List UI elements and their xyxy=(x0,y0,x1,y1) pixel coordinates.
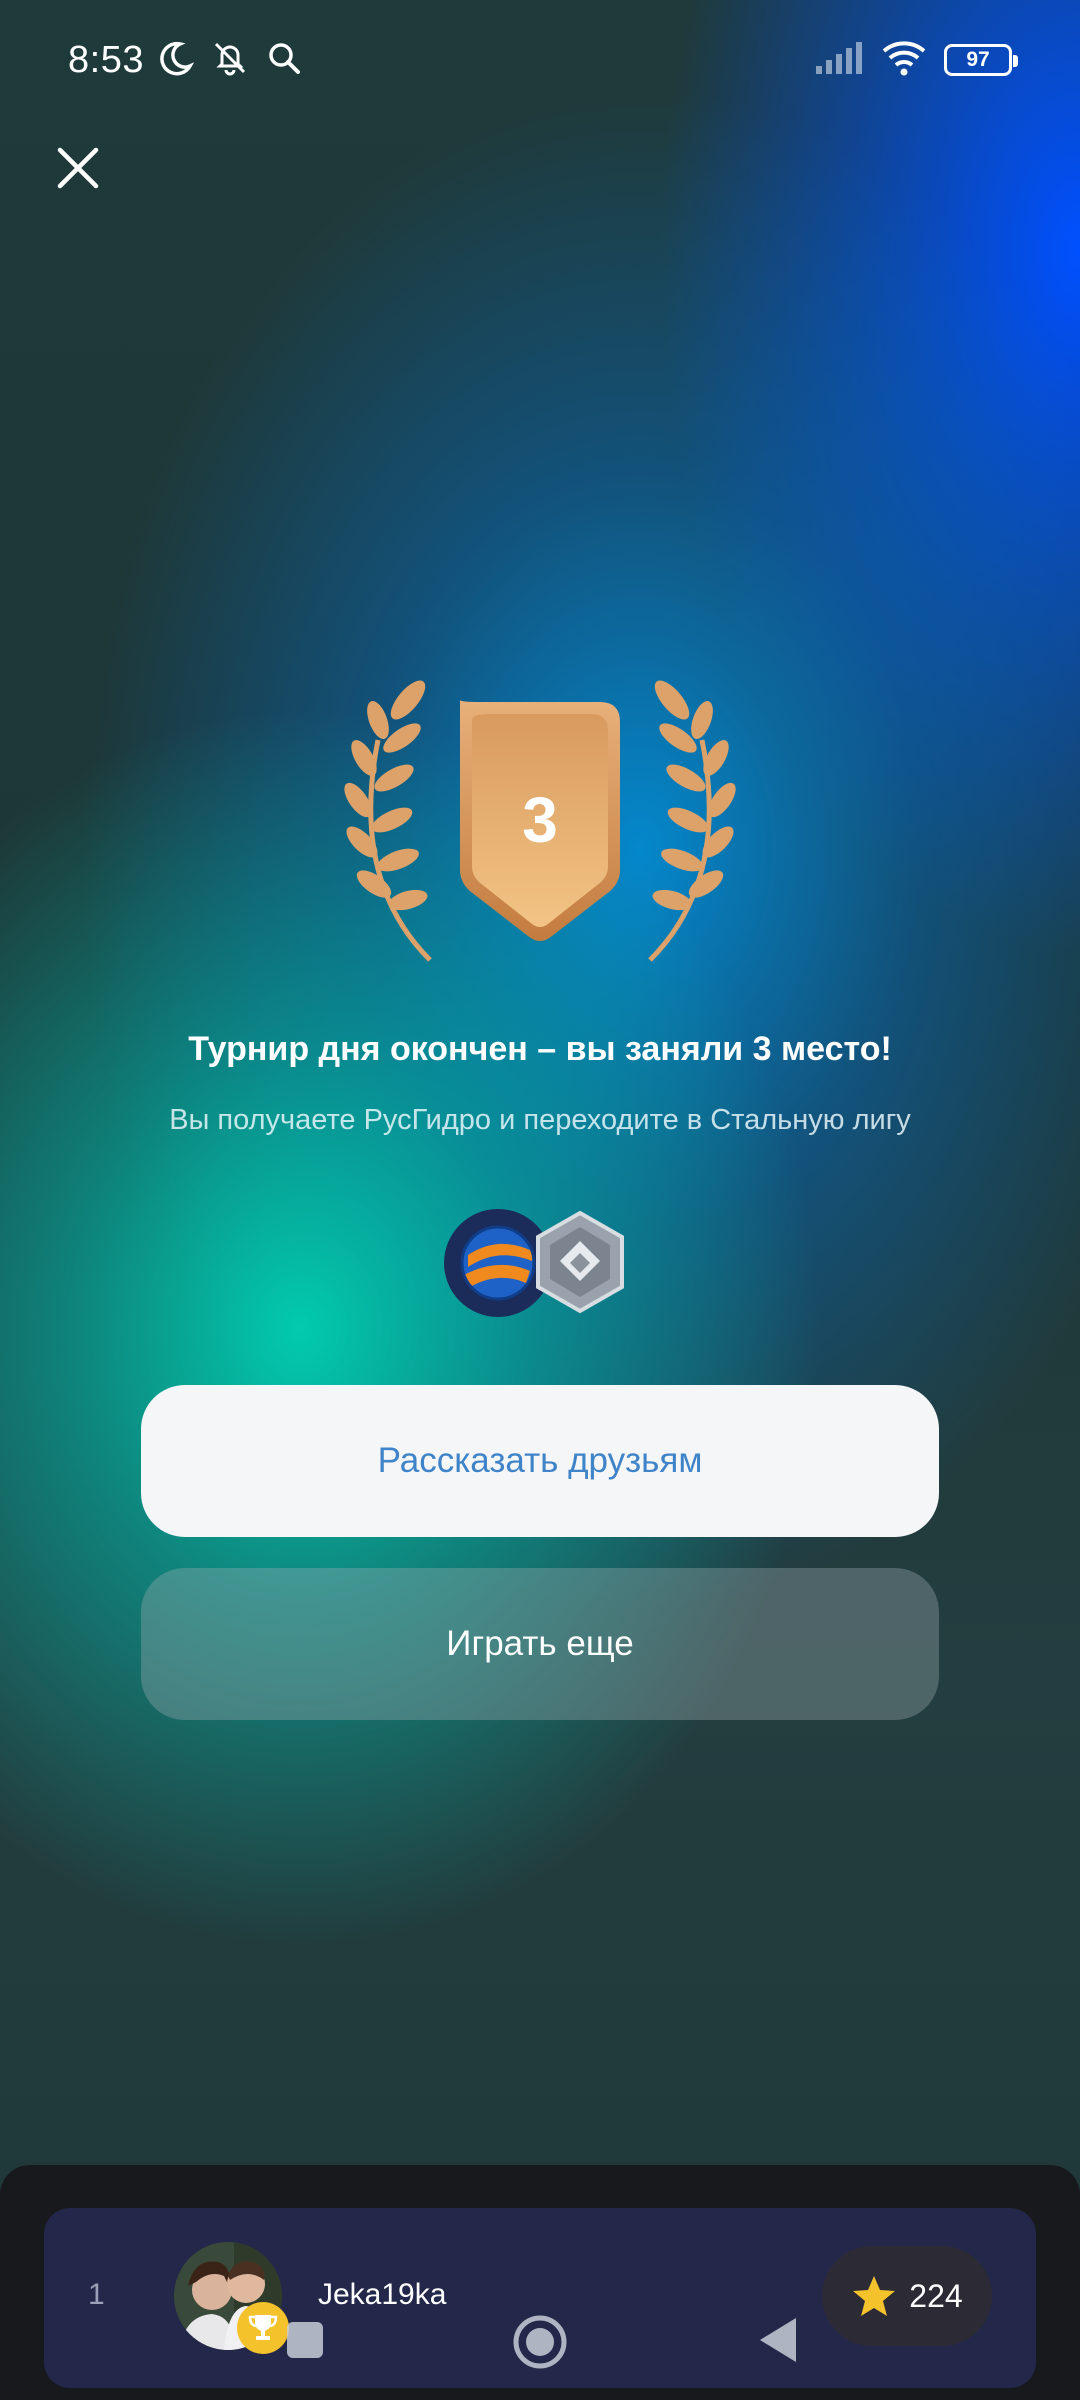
search-icon xyxy=(264,38,304,83)
score-value: 224 xyxy=(909,2277,963,2314)
home-icon xyxy=(513,2315,567,2369)
status-bar: 8:53 97 xyxy=(0,0,1080,120)
leaderboard-rank: 1 xyxy=(88,2278,105,2311)
home-button[interactable] xyxy=(512,2314,568,2375)
result-headline: Турнир дня окончен – вы заняли 3 место! xyxy=(188,1030,892,1068)
score-badge: 224 xyxy=(822,2246,992,2346)
status-icons-right: 97 xyxy=(814,39,1018,82)
status-icons-left xyxy=(156,38,304,83)
rushydro-logo-icon xyxy=(444,1209,552,1317)
moon-icon xyxy=(156,38,196,83)
trophy-badge xyxy=(237,2302,289,2354)
result-subline: Вы получаете РусГидро и переходите в Ста… xyxy=(169,1104,911,1136)
steel-league-badge-icon xyxy=(536,1210,624,1314)
bell-off-icon xyxy=(210,38,250,83)
battery-icon: 97 xyxy=(944,44,1018,76)
close-icon xyxy=(57,147,99,189)
close-button[interactable] xyxy=(50,140,106,196)
rewards-icons xyxy=(444,1209,624,1317)
trophy-icon xyxy=(248,2315,278,2340)
star-icon xyxy=(853,2276,896,2316)
recents-icon xyxy=(287,2322,323,2358)
place-number: 3 xyxy=(522,784,558,856)
left-laurel-icon xyxy=(344,680,432,962)
recents-button[interactable] xyxy=(285,2320,325,2365)
leaderboard-username: Jeka19ka xyxy=(318,2278,447,2311)
signal-icon xyxy=(814,40,864,81)
wifi-icon xyxy=(880,39,928,82)
share-with-friends-button[interactable]: Рассказать друзьям xyxy=(141,1385,939,1537)
right-laurel-icon xyxy=(648,680,736,962)
status-time: 8:53 xyxy=(68,38,144,81)
play-again-button[interactable]: Играть еще xyxy=(141,1568,939,1720)
back-button[interactable] xyxy=(756,2314,800,2371)
back-icon xyxy=(760,2318,796,2362)
